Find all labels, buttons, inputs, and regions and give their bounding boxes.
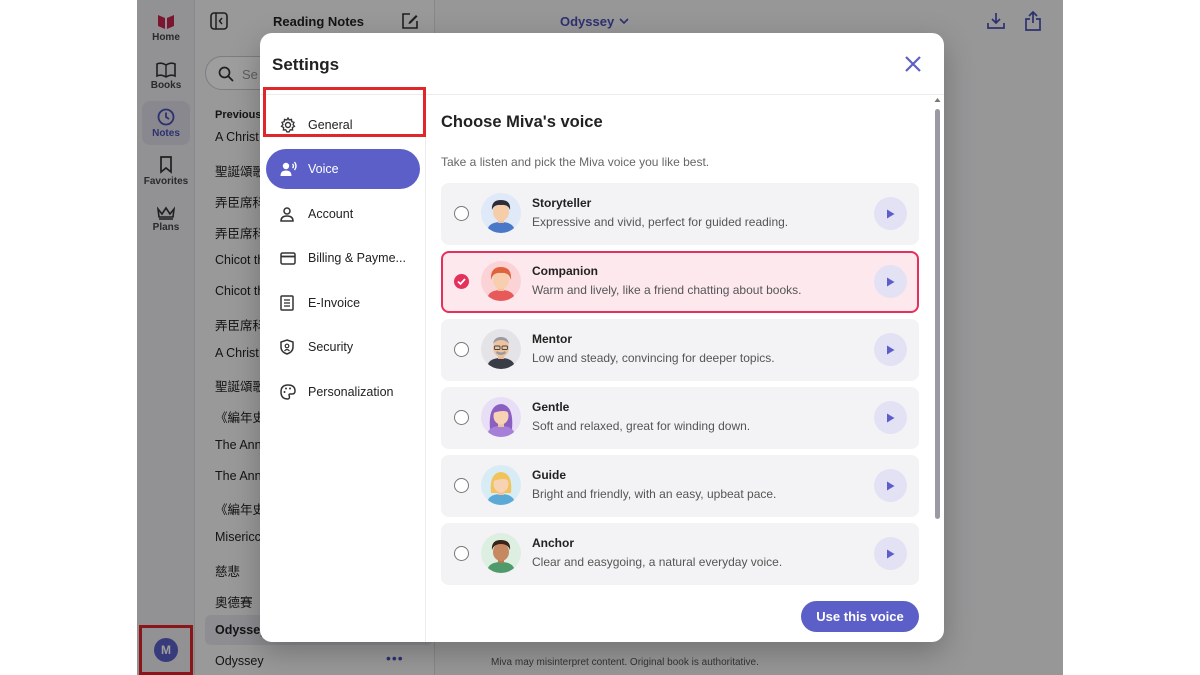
section-subtitle: Take a listen and pick the Miva voice yo… bbox=[441, 155, 710, 169]
nav-item-voice[interactable]: Voice bbox=[266, 149, 420, 189]
play-icon bbox=[887, 277, 895, 286]
voice-icon bbox=[280, 161, 297, 176]
voice-name: Anchor bbox=[532, 536, 574, 550]
guide-avatar bbox=[481, 465, 521, 505]
voice-option-anchor[interactable]: Anchor Clear and easygoing, a natural ev… bbox=[441, 523, 919, 585]
shield-icon bbox=[280, 339, 294, 355]
voice-name: Gentle bbox=[532, 400, 570, 414]
voice-description: Expressive and vivid, perfect for guided… bbox=[532, 215, 789, 229]
invoice-icon bbox=[280, 295, 294, 311]
user-icon bbox=[280, 207, 294, 222]
voice-radio[interactable] bbox=[454, 546, 469, 561]
settings-modal: Settings General Voice Account Billing &… bbox=[260, 33, 944, 642]
nav-item-personalization[interactable]: Personalization bbox=[266, 372, 420, 412]
play-icon bbox=[887, 209, 895, 218]
voice-radio-checked[interactable] bbox=[454, 274, 469, 289]
voice-name: Guide bbox=[532, 468, 567, 482]
annotation-highlight-box bbox=[263, 87, 426, 137]
scroll-up-icon[interactable] bbox=[934, 97, 941, 103]
voice-name: Mentor bbox=[532, 332, 572, 346]
voice-description: Warm and lively, like a friend chatting … bbox=[532, 283, 802, 297]
nav-item-account[interactable]: Account bbox=[266, 194, 420, 234]
nav-item-einvoice[interactable]: E-Invoice bbox=[266, 283, 420, 323]
nav-label: Personalization bbox=[308, 385, 394, 399]
close-button[interactable] bbox=[900, 51, 926, 77]
nav-item-security[interactable]: Security bbox=[266, 327, 420, 367]
use-this-voice-button[interactable]: Use this voice bbox=[801, 601, 919, 632]
voice-name: Storyteller bbox=[532, 196, 592, 210]
scroll-thumb[interactable] bbox=[935, 109, 940, 519]
voice-option-guide[interactable]: Guide Bright and friendly, with an easy,… bbox=[441, 455, 919, 517]
anchor-avatar bbox=[481, 533, 521, 573]
voice-radio[interactable] bbox=[454, 342, 469, 357]
voice-description: Low and steady, convincing for deeper to… bbox=[532, 351, 775, 365]
close-icon bbox=[905, 56, 921, 72]
play-icon bbox=[887, 549, 895, 558]
nav-label: Voice bbox=[308, 162, 339, 176]
voice-option-mentor[interactable]: Mentor Low and steady, convincing for de… bbox=[441, 319, 919, 381]
voice-description: Bright and friendly, with an easy, upbea… bbox=[532, 487, 777, 501]
storyteller-avatar bbox=[481, 193, 521, 233]
nav-label: E-Invoice bbox=[308, 296, 361, 310]
play-button[interactable] bbox=[874, 401, 907, 434]
voice-description: Soft and relaxed, great for winding down… bbox=[532, 419, 751, 433]
section-heading: Choose Miva's voice bbox=[441, 113, 603, 131]
play-button[interactable] bbox=[874, 333, 907, 366]
settings-nav: General Voice Account Billing & Payme...… bbox=[260, 95, 426, 642]
modal-title: Settings bbox=[272, 55, 340, 74]
play-button[interactable] bbox=[874, 265, 907, 298]
play-icon bbox=[887, 481, 895, 490]
voice-radio[interactable] bbox=[454, 410, 469, 425]
voice-option-companion[interactable]: Companion Warm and lively, like a friend… bbox=[441, 251, 919, 313]
voice-radio[interactable] bbox=[454, 478, 469, 493]
play-button[interactable] bbox=[874, 469, 907, 502]
voice-option-gentle[interactable]: Gentle Soft and relaxed, great for windi… bbox=[441, 387, 919, 449]
credit-card-icon bbox=[280, 251, 296, 265]
voice-option-storyteller[interactable]: Storyteller Expressive and vivid, perfec… bbox=[441, 183, 919, 245]
voice-settings-panel: Choose Miva's voice Take a listen and pi… bbox=[427, 95, 944, 642]
palette-icon bbox=[280, 384, 296, 400]
check-icon bbox=[457, 278, 466, 286]
play-button[interactable] bbox=[874, 197, 907, 230]
voice-radio[interactable] bbox=[454, 206, 469, 221]
nav-label: Security bbox=[308, 340, 354, 354]
voice-description: Clear and easygoing, a natural everyday … bbox=[532, 555, 783, 569]
nav-label: Billing & Payme... bbox=[308, 251, 406, 265]
nav-label: Account bbox=[308, 207, 354, 221]
mentor-avatar bbox=[481, 329, 521, 369]
companion-avatar bbox=[481, 261, 521, 301]
nav-item-billing[interactable]: Billing & Payme... bbox=[266, 238, 420, 278]
play-button[interactable] bbox=[874, 537, 907, 570]
play-icon bbox=[887, 345, 895, 354]
gentle-avatar bbox=[481, 397, 521, 437]
scrollbar[interactable] bbox=[934, 98, 941, 641]
play-icon bbox=[887, 413, 895, 422]
voice-name: Companion bbox=[532, 264, 598, 278]
